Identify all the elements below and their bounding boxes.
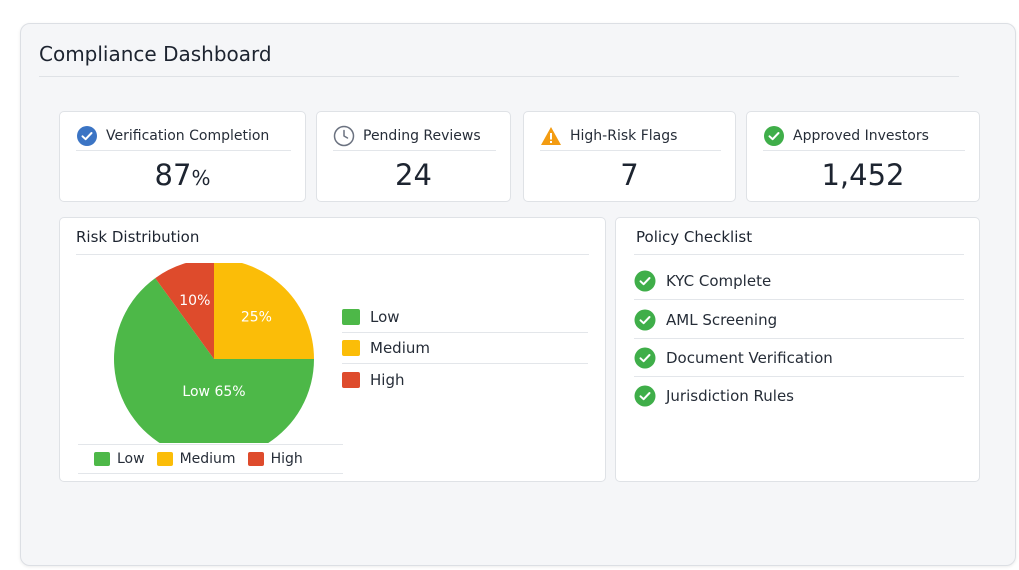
check-circle-icon (634, 309, 656, 330)
kpi-label: Verification Completion (106, 128, 270, 144)
kpi-card-high-risk[interactable]: High-Risk Flags 7 (523, 111, 736, 202)
risk-distribution-panel: Risk Distribution 25% Low 65% 10% Low Medi… (59, 217, 606, 482)
pie-label-medium: 25% (241, 310, 272, 326)
panel-divider (76, 254, 589, 255)
checklist-item-document[interactable]: Document Verification (634, 339, 964, 377)
check-circle-icon (634, 347, 656, 368)
risk-pie-chart: 25% Low 65% 10% (114, 263, 314, 443)
checklist-label: KYC Complete (666, 271, 772, 290)
bottom-legend-item-medium: Medium (156, 451, 236, 467)
clock-icon (333, 125, 355, 147)
legend-item-high: High (342, 364, 588, 395)
checklist-item-aml[interactable]: AML Screening (634, 301, 964, 339)
title-divider (39, 76, 959, 77)
checklist-item-jurisdiction[interactable]: Jurisdiction Rules (634, 377, 964, 415)
pie-label-low: Low 65% (182, 384, 245, 400)
legend-item-low: Low (342, 302, 588, 333)
kpi-header: Approved Investors (763, 122, 965, 151)
kpi-value: 87% (154, 158, 211, 192)
checklist-label: AML Screening (666, 310, 778, 329)
checklist-label: Jurisdiction Rules (666, 387, 794, 405)
kpi-card-pending-reviews[interactable]: Pending Reviews 24 (316, 111, 511, 202)
bottom-legend-item-high: High (247, 451, 303, 467)
check-circle-icon (77, 126, 97, 146)
kpi-header: Pending Reviews (333, 122, 496, 151)
legend-swatch-medium (342, 340, 360, 356)
kpi-label: Approved Investors (793, 128, 929, 144)
panel-title: Policy Checklist (636, 228, 753, 246)
kpi-value: 7 (620, 158, 639, 192)
warning-icon (541, 127, 561, 145)
legend-item-medium: Medium (342, 333, 588, 364)
kpi-label: Pending Reviews (363, 128, 481, 144)
panel-title: Risk Distribution (76, 228, 200, 246)
checklist-item-kyc[interactable]: KYC Complete (634, 262, 964, 300)
legend-label: High (370, 370, 405, 389)
pie-label-high: 10% (179, 293, 210, 309)
policy-checklist-panel: Policy Checklist KYC Complete AML Screen… (615, 217, 980, 482)
check-circle-icon (634, 270, 656, 291)
page-title: Compliance Dashboard (39, 42, 272, 66)
kpi-value: 24 (395, 158, 432, 192)
bottom-legend-item-low: Low (94, 451, 145, 467)
kpi-card-verification[interactable]: Verification Completion 87% (59, 111, 306, 202)
checklist-label: Document Verification (666, 348, 833, 367)
kpi-value: 1,452 (821, 158, 905, 192)
kpi-header: High-Risk Flags (540, 122, 721, 151)
kpi-header: Verification Completion (76, 122, 291, 151)
legend-label: Low (370, 308, 400, 326)
check-circle-icon (634, 385, 656, 407)
legend-swatch-high (342, 371, 360, 388)
panel-divider (634, 254, 964, 255)
bottom-legend: Low Medium High (78, 444, 343, 474)
check-circle-icon (764, 126, 784, 146)
kpi-label: High-Risk Flags (570, 128, 678, 144)
legend-label: Medium (370, 339, 430, 357)
kpi-card-approved-investors[interactable]: Approved Investors 1,452 (746, 111, 980, 202)
legend-swatch-low (342, 309, 360, 325)
